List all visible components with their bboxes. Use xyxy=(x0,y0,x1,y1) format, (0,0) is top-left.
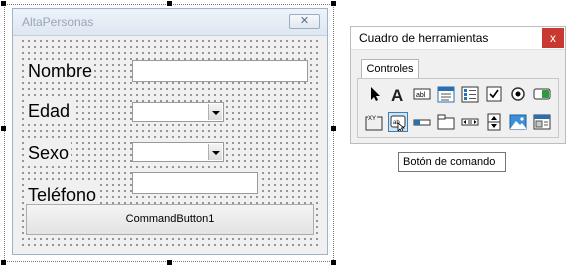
resize-handle-top-right[interactable] xyxy=(331,1,336,6)
textbox-nombre[interactable] xyxy=(132,60,308,82)
listbox-icon[interactable] xyxy=(460,84,480,104)
toolbox-title-bar[interactable]: Cuadro de herramientas x xyxy=(351,27,565,50)
commandbutton-icon[interactable]: ab xyxy=(388,112,408,132)
combobox-edad[interactable] xyxy=(132,102,224,122)
chevron-down-icon[interactable] xyxy=(208,104,222,120)
resize-handle-top[interactable] xyxy=(167,1,172,6)
userform-altapersonas[interactable]: AltaPersonas ✕ Nombre Edad Sexo Teléfono… xyxy=(12,8,328,255)
toolbox-title: Cuadro de herramientas xyxy=(359,31,489,45)
svg-text:XY: XY xyxy=(368,116,376,122)
label-sexo[interactable]: Sexo xyxy=(26,142,72,164)
toolbox-window: Cuadro de herramientas x Controles A abl xyxy=(350,26,566,144)
chevron-down-icon[interactable] xyxy=(208,144,222,160)
tooltip-commandbutton: Botón de comando xyxy=(398,152,506,172)
resize-handle-bottom-left[interactable] xyxy=(1,260,6,265)
textbox-telefono[interactable] xyxy=(132,172,258,194)
pointer-icon[interactable] xyxy=(364,84,384,104)
resize-handle-left[interactable] xyxy=(1,126,6,131)
toolbox-controls-panel: A abl XY ab xyxy=(357,78,559,138)
spinbutton-icon[interactable] xyxy=(484,112,504,132)
close-icon: ✕ xyxy=(299,15,310,27)
image-icon[interactable] xyxy=(508,112,528,132)
form-design-grid[interactable]: Nombre Edad Sexo Teléfono CommandButton1 xyxy=(18,36,322,249)
form-title-bar[interactable]: AltaPersonas ✕ xyxy=(13,9,327,36)
tabstrip-icon[interactable] xyxy=(412,112,432,132)
combobox-sexo[interactable] xyxy=(132,142,224,162)
frame-icon[interactable]: XY xyxy=(364,112,384,132)
resize-handle-bottom-right[interactable] xyxy=(331,260,336,265)
resize-handle-bottom[interactable] xyxy=(167,260,172,265)
label-icon[interactable]: A xyxy=(388,84,408,104)
label-edad[interactable]: Edad xyxy=(26,100,73,122)
form-title: AltaPersonas xyxy=(22,15,94,29)
multipage-icon[interactable] xyxy=(436,112,456,132)
close-icon: x xyxy=(550,31,556,45)
tab-controles[interactable]: Controles xyxy=(361,59,419,79)
svg-text:abl: abl xyxy=(416,92,426,99)
scrollbar-icon[interactable] xyxy=(460,112,480,132)
checkbox-icon[interactable] xyxy=(484,84,504,104)
form-close-button[interactable]: ✕ xyxy=(289,14,320,29)
resize-handle-top-left[interactable] xyxy=(1,1,6,6)
label-telefono[interactable]: Teléfono xyxy=(26,184,99,206)
optionbutton-icon[interactable] xyxy=(508,84,528,104)
togglebutton-icon[interactable] xyxy=(532,84,552,104)
resize-handle-right[interactable] xyxy=(331,126,336,131)
combobox-icon[interactable] xyxy=(436,84,456,104)
label-nombre[interactable]: Nombre xyxy=(26,60,95,82)
svg-text:A: A xyxy=(391,86,403,104)
command-button-1[interactable]: CommandButton1 xyxy=(26,204,314,235)
textbox-icon[interactable]: abl xyxy=(412,84,432,104)
toolbox-close-button[interactable]: x xyxy=(542,28,564,48)
refedit-icon[interactable] xyxy=(532,112,552,132)
